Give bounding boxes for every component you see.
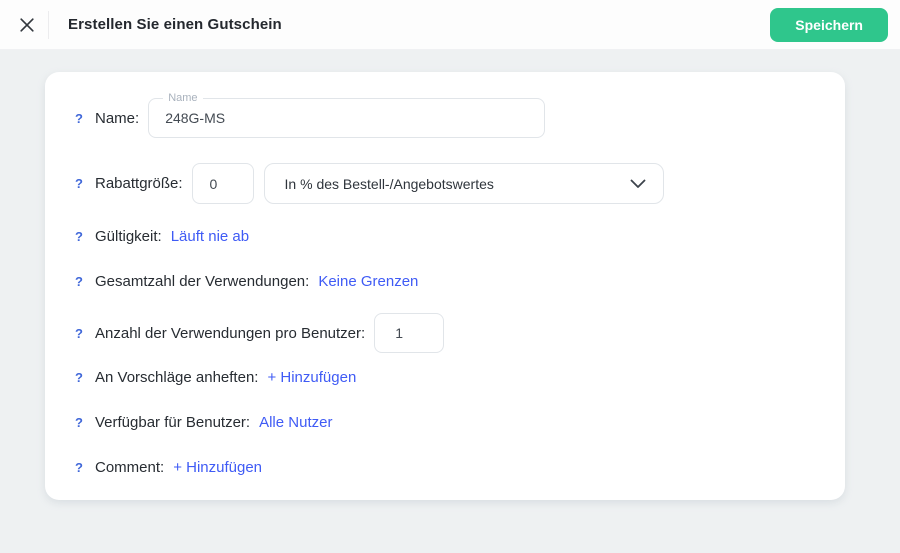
save-button[interactable]: Speichern: [770, 7, 888, 42]
validity-link[interactable]: Läuft nie ab: [171, 228, 249, 245]
pin-to-proposals-add-link[interactable]: + Hinzufügen: [267, 369, 356, 386]
discount-label: Rabattgröße:: [95, 175, 183, 192]
help-icon[interactable]: ?: [75, 415, 87, 430]
close-icon: [17, 15, 37, 35]
name-field-wrapper: Name: [148, 92, 546, 138]
validity-label: Gültigkeit:: [95, 227, 162, 245]
help-icon[interactable]: ?: [75, 370, 87, 385]
comment-add-link[interactable]: + Hinzufügen: [173, 459, 262, 476]
help-icon[interactable]: ?: [75, 111, 87, 126]
header-divider: [48, 10, 49, 39]
form-row-name: ? Name: Name: [75, 92, 815, 138]
form-row-available-for-users: ? Verfügbar für Benutzer: Alle Nutzer: [75, 412, 815, 432]
name-input[interactable]: [149, 99, 545, 137]
uses-per-user-input[interactable]: [374, 313, 445, 353]
form-row-discount: ? Rabattgröße: In % des Bestell-/Angebot…: [75, 163, 815, 204]
form-row-validity: ? Gültigkeit: Läuft nie ab: [75, 226, 815, 246]
discount-type-selected: In % des Bestell-/Angebotswertes: [284, 175, 494, 192]
discount-type-select[interactable]: In % des Bestell-/Angebotswertes: [263, 163, 664, 204]
comment-label: Comment:: [95, 458, 165, 476]
uses-per-user-label: Anzahl der Verwendungen pro Benutzer:: [95, 324, 366, 342]
help-icon[interactable]: ?: [75, 229, 87, 244]
help-icon[interactable]: ?: [75, 460, 87, 475]
name-label: Name:: [95, 109, 140, 127]
available-for-users-link[interactable]: Alle Nutzer: [259, 414, 332, 431]
total-uses-label: Gesamtzahl der Verwendungen:: [95, 272, 310, 290]
help-icon[interactable]: ?: [75, 326, 87, 341]
pin-to-proposals-label: An Vorschläge anheften:: [95, 368, 259, 386]
help-icon[interactable]: ?: [75, 176, 87, 191]
page-title: Erstellen Sie einen Gutschein: [68, 16, 282, 33]
chevron-down-icon: [630, 179, 646, 189]
available-for-users-label: Verfügbar für Benutzer:: [95, 413, 251, 431]
form-row-total-uses: ? Gesamtzahl der Verwendungen: Keine Gre…: [75, 271, 815, 291]
help-icon[interactable]: ?: [75, 274, 87, 289]
form-row-pin-to-proposals: ? An Vorschläge anheften: + Hinzufügen: [75, 367, 815, 387]
header-bar: Erstellen Sie einen Gutschein Speichern: [0, 0, 900, 50]
form-row-comment: ? Comment: + Hinzufügen: [75, 457, 815, 477]
discount-value-input[interactable]: [191, 163, 254, 204]
total-uses-link[interactable]: Keine Grenzen: [318, 273, 418, 290]
voucher-form-card: ? Name: Name ? Rabattgröße: In % des Bes…: [45, 72, 845, 500]
close-button[interactable]: [13, 11, 41, 39]
form-row-uses-per-user: ? Anzahl der Verwendungen pro Benutzer:: [75, 313, 815, 353]
name-floating-label: Name: [163, 92, 203, 105]
